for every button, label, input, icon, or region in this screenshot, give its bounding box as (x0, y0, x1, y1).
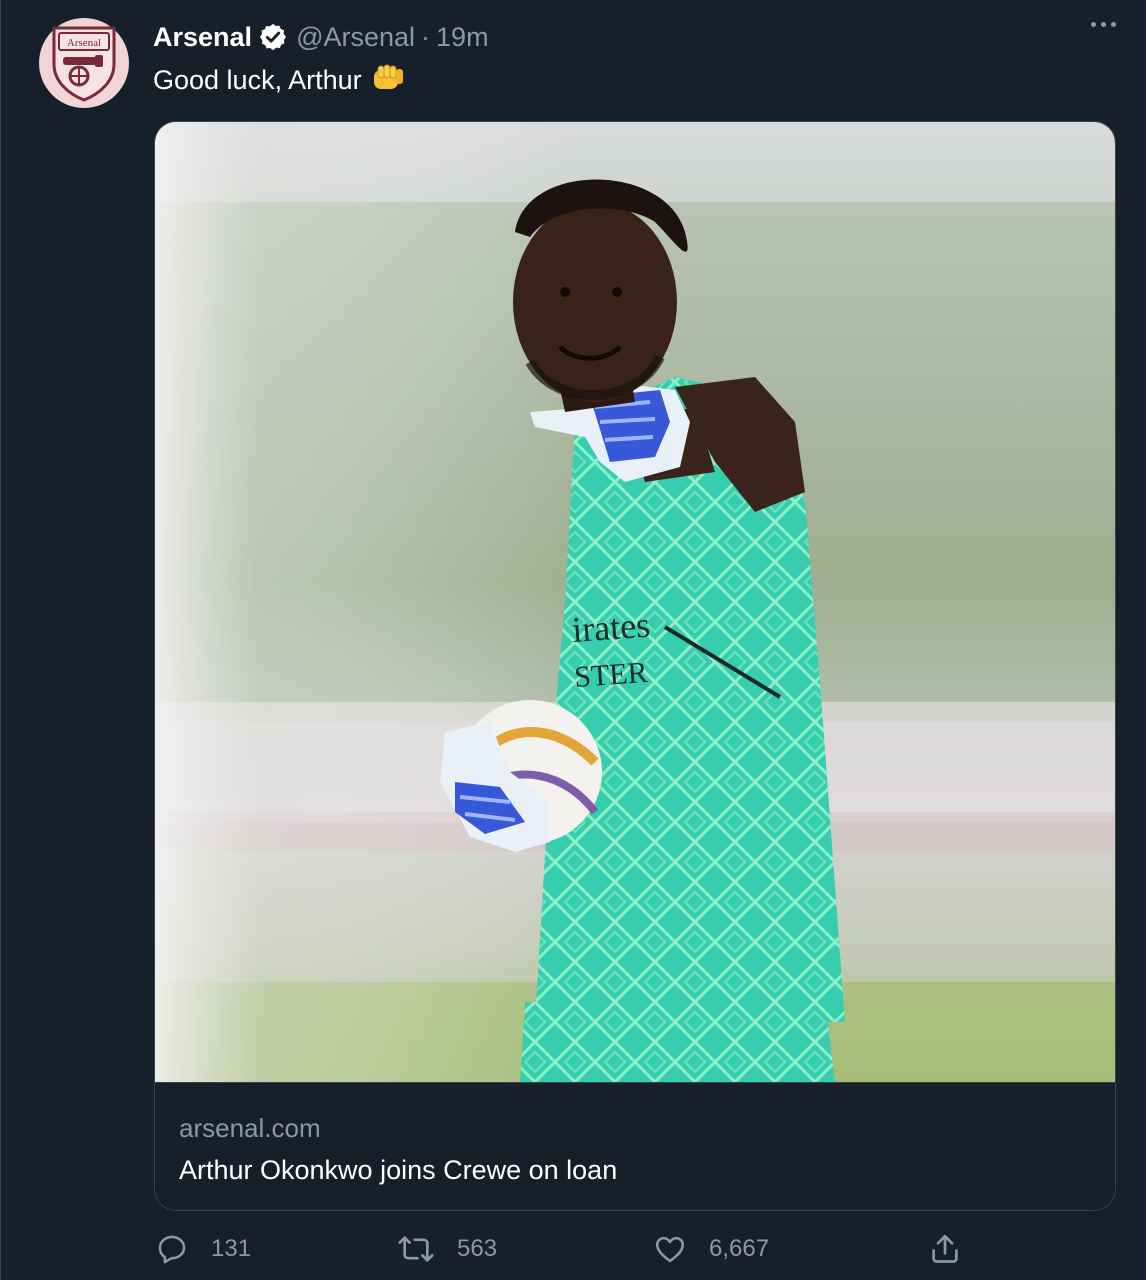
card-domain: arsenal.com (179, 1113, 321, 1143)
tweet-body: Good luck, Arthur (153, 65, 362, 95)
arsenal-crest-icon: Arsenal (52, 26, 116, 102)
tweet-text: Good luck, Arthur (153, 62, 406, 99)
crest-wordmark: Arsenal (67, 37, 101, 49)
tweet-actions: 131 563 6,667 (153, 1232, 973, 1276)
tweet-header: Arsenal @Arsenal · 19m (153, 20, 489, 54)
card-meta: arsenal.com Arthur Okonkwo joins Crewe o… (155, 1082, 1115, 1210)
like-count: 6,667 (709, 1235, 770, 1262)
retweet-button[interactable]: 563 (397, 1232, 497, 1266)
goalkeeper-pointing-photo: irates STER (155, 122, 1115, 1082)
retweet-icon (398, 1236, 434, 1262)
reply-count: 131 (211, 1235, 252, 1262)
link-card[interactable]: irates STER arsenal.com Arthur Okonkwo j… (154, 121, 1116, 1211)
user-handle[interactable]: @Arsenal (296, 22, 415, 53)
svg-text:irates: irates (571, 605, 652, 650)
verified-badge-icon (258, 22, 288, 52)
reply-icon (158, 1235, 186, 1264)
tweet-timestamp[interactable]: 19m (436, 22, 489, 53)
tweet-container: Arsenal Arsenal @Arsenal · 19m Good luck… (0, 0, 1146, 1280)
reply-button[interactable]: 131 (155, 1232, 251, 1266)
oncoming-fist-emoji (372, 62, 406, 99)
share-button[interactable] (928, 1232, 962, 1266)
share-icon (932, 1234, 958, 1263)
more-options-icon[interactable] (1091, 22, 1116, 27)
separator-dot: · (421, 21, 431, 52)
svg-text:STER: STER (573, 656, 648, 694)
card-title: Arthur Okonkwo joins Crewe on loan (179, 1155, 618, 1185)
display-name[interactable]: Arsenal (153, 22, 252, 53)
retweet-count: 563 (457, 1235, 498, 1262)
like-button[interactable]: 6,667 (653, 1232, 769, 1266)
avatar[interactable]: Arsenal (39, 18, 129, 108)
heart-icon (655, 1236, 685, 1263)
